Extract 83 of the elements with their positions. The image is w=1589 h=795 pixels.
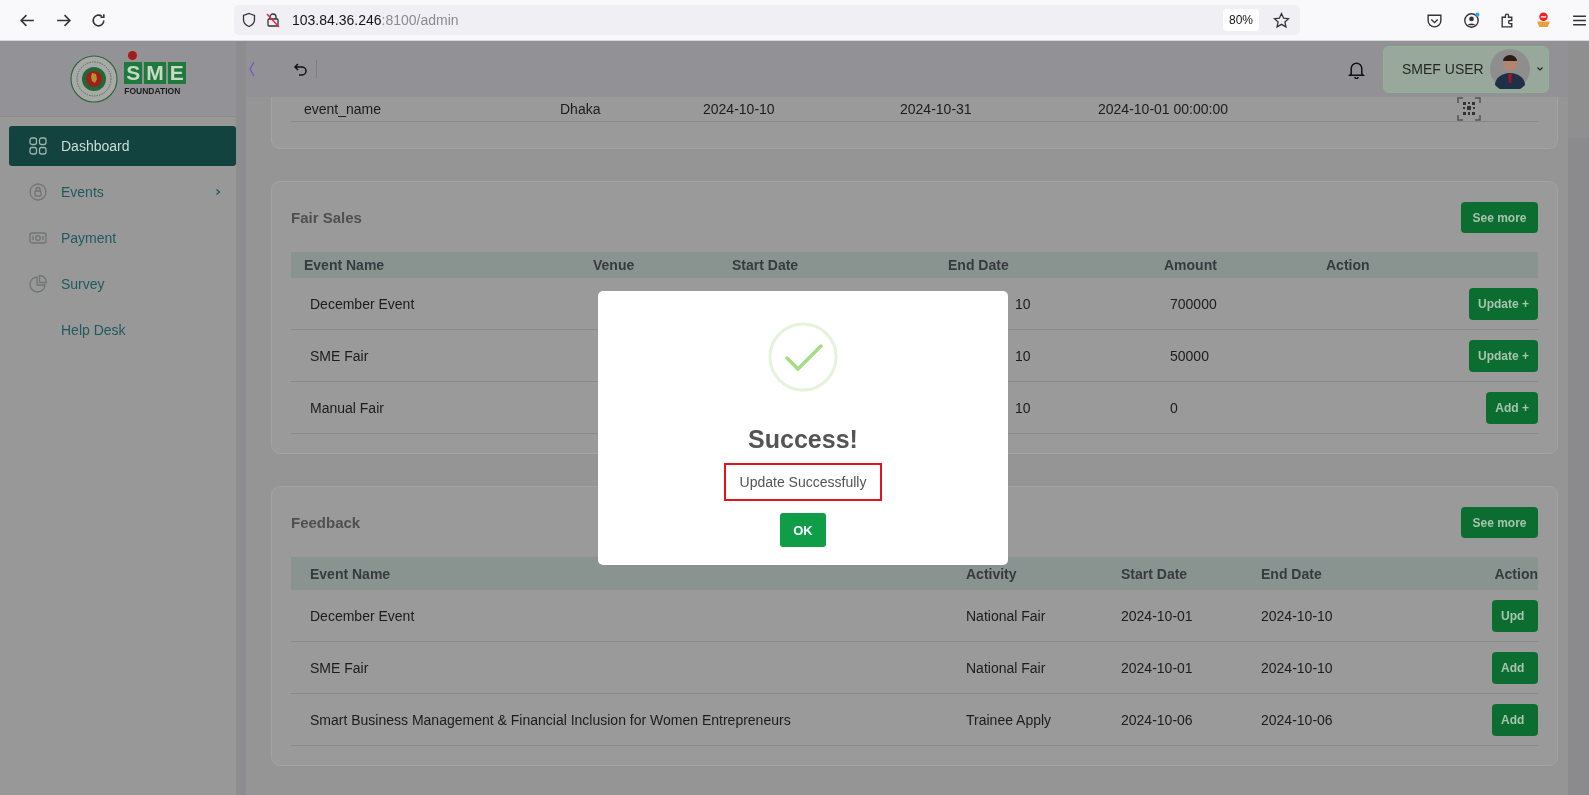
table-cell-text: SME Fair (309, 659, 370, 676)
table-cell-text: 2024-10-06 (1120, 711, 1194, 728)
pocket-icon[interactable] (1426, 12, 1443, 29)
table-cell-text: 700000 (1169, 295, 1218, 312)
column-header: Action (1325, 257, 1371, 273)
back-icon[interactable] (19, 12, 36, 29)
logo-letter: E (167, 61, 186, 84)
url-text: 103.84.36.246:8100/admin (292, 12, 459, 28)
star-icon[interactable] (1273, 11, 1290, 29)
action-button[interactable]: Add + (1486, 391, 1538, 424)
table-cell-text: National Fair (965, 659, 1047, 676)
undo-icon[interactable] (293, 61, 309, 77)
table-cell-text: 10 (1014, 295, 1032, 312)
table-cell-text: 10 (1014, 399, 1032, 416)
account-icon[interactable] (1463, 12, 1480, 29)
lock-slash-icon (265, 12, 281, 28)
table-cell-text: 10 (1014, 347, 1032, 364)
table-cell-text: 2024-10-10 (1260, 607, 1334, 624)
table-cell-text: 2024-10-01 (1120, 607, 1194, 624)
action-button[interactable]: Add (1492, 703, 1538, 736)
action-button[interactable]: Update + (1469, 339, 1538, 372)
address-bar[interactable]: 103.84.36.246:8100/admin 80% (234, 5, 1300, 35)
table-cell-text: December Event (309, 607, 416, 624)
reload-icon[interactable] (90, 12, 107, 29)
dialog-message: Update Successfully (723, 463, 883, 501)
table-cell-text: Trainee Apply (965, 711, 1053, 728)
logo-tagline: FOUNDATION (124, 85, 181, 96)
sidebar-item[interactable]: Dashboard (9, 126, 236, 166)
table-cell-text: Smart Business Management & Financial Inclusion for Women Entrepreneurs (309, 711, 792, 728)
forward-icon[interactable] (55, 12, 72, 29)
extension-icon[interactable] (1535, 12, 1552, 29)
table-cell-text: 0 (1169, 399, 1179, 416)
checkmark-icon (768, 322, 838, 392)
sidebar-item[interactable]: Events (9, 172, 236, 212)
table-cell-text: 50000 (1169, 347, 1210, 364)
table-cell-text: event_name (304, 101, 383, 117)
logo-letter: M (144, 61, 166, 84)
qr-code-icon[interactable] (1457, 97, 1481, 121)
table-cell-text: 2024-10-10 (703, 101, 776, 117)
column-header: Event Name (309, 565, 392, 582)
column-header: Action (1493, 565, 1538, 582)
grid-icon (28, 136, 48, 156)
table-cell-text: December Event (309, 295, 416, 312)
column-header: Amount (1163, 257, 1218, 273)
bell-icon[interactable] (1348, 59, 1365, 79)
table-cell-text: 2024-10-31 (900, 101, 973, 117)
column-header: Venue (592, 257, 636, 273)
table-cell-text: Dhaka (560, 101, 602, 117)
shield-icon (241, 12, 257, 28)
column-header: End Date (1260, 565, 1323, 582)
chevron-down-icon (1535, 65, 1544, 73)
card-title: Fair Sales (291, 209, 362, 226)
table-cell-text: 2024-10-01 (1120, 659, 1194, 676)
table-cell-text: 2024-10-06 (1260, 711, 1334, 728)
logo-dot-icon (128, 50, 138, 60)
sidebar-item[interactable]: Help Desk (9, 310, 236, 350)
column-header: Activity (965, 565, 1018, 582)
table-cell-text: SME Fair (309, 347, 370, 364)
card-title: Feedback (291, 514, 361, 531)
see-more-button[interactable]: See more (1461, 507, 1538, 538)
column-header: Start Date (731, 257, 800, 273)
sidebar-item[interactable]: Survey (9, 264, 236, 304)
column-header: End Date (947, 257, 1010, 273)
lock-icon (28, 182, 48, 202)
table-cell-text: National Fair (965, 607, 1047, 624)
table-cell-text: Manual Fair (309, 399, 385, 416)
avatar-icon (1489, 49, 1530, 89)
ok-button[interactable]: OK (780, 513, 826, 547)
table-cell-text: 2024-10-10 (1260, 659, 1334, 676)
emblem-icon (70, 54, 119, 103)
column-header: Start Date (1120, 565, 1189, 582)
table-cell-text: 2024-10-01 00:00:00 (1098, 101, 1229, 117)
pie-chart-icon (28, 274, 48, 294)
action-button[interactable]: Upd (1492, 599, 1538, 632)
logo-letter: S (124, 61, 143, 84)
see-more-button[interactable]: See more (1461, 202, 1538, 233)
zoom-level[interactable]: 80% (1222, 9, 1259, 31)
column-header: Event Name (303, 257, 386, 273)
action-button[interactable]: Update + (1469, 287, 1538, 320)
dialog-title: Success! (748, 425, 858, 454)
user-menu[interactable]: SMEF USER (1383, 45, 1549, 93)
action-button[interactable]: Add (1492, 651, 1538, 684)
sidebar-item[interactable]: Payment (9, 218, 236, 258)
